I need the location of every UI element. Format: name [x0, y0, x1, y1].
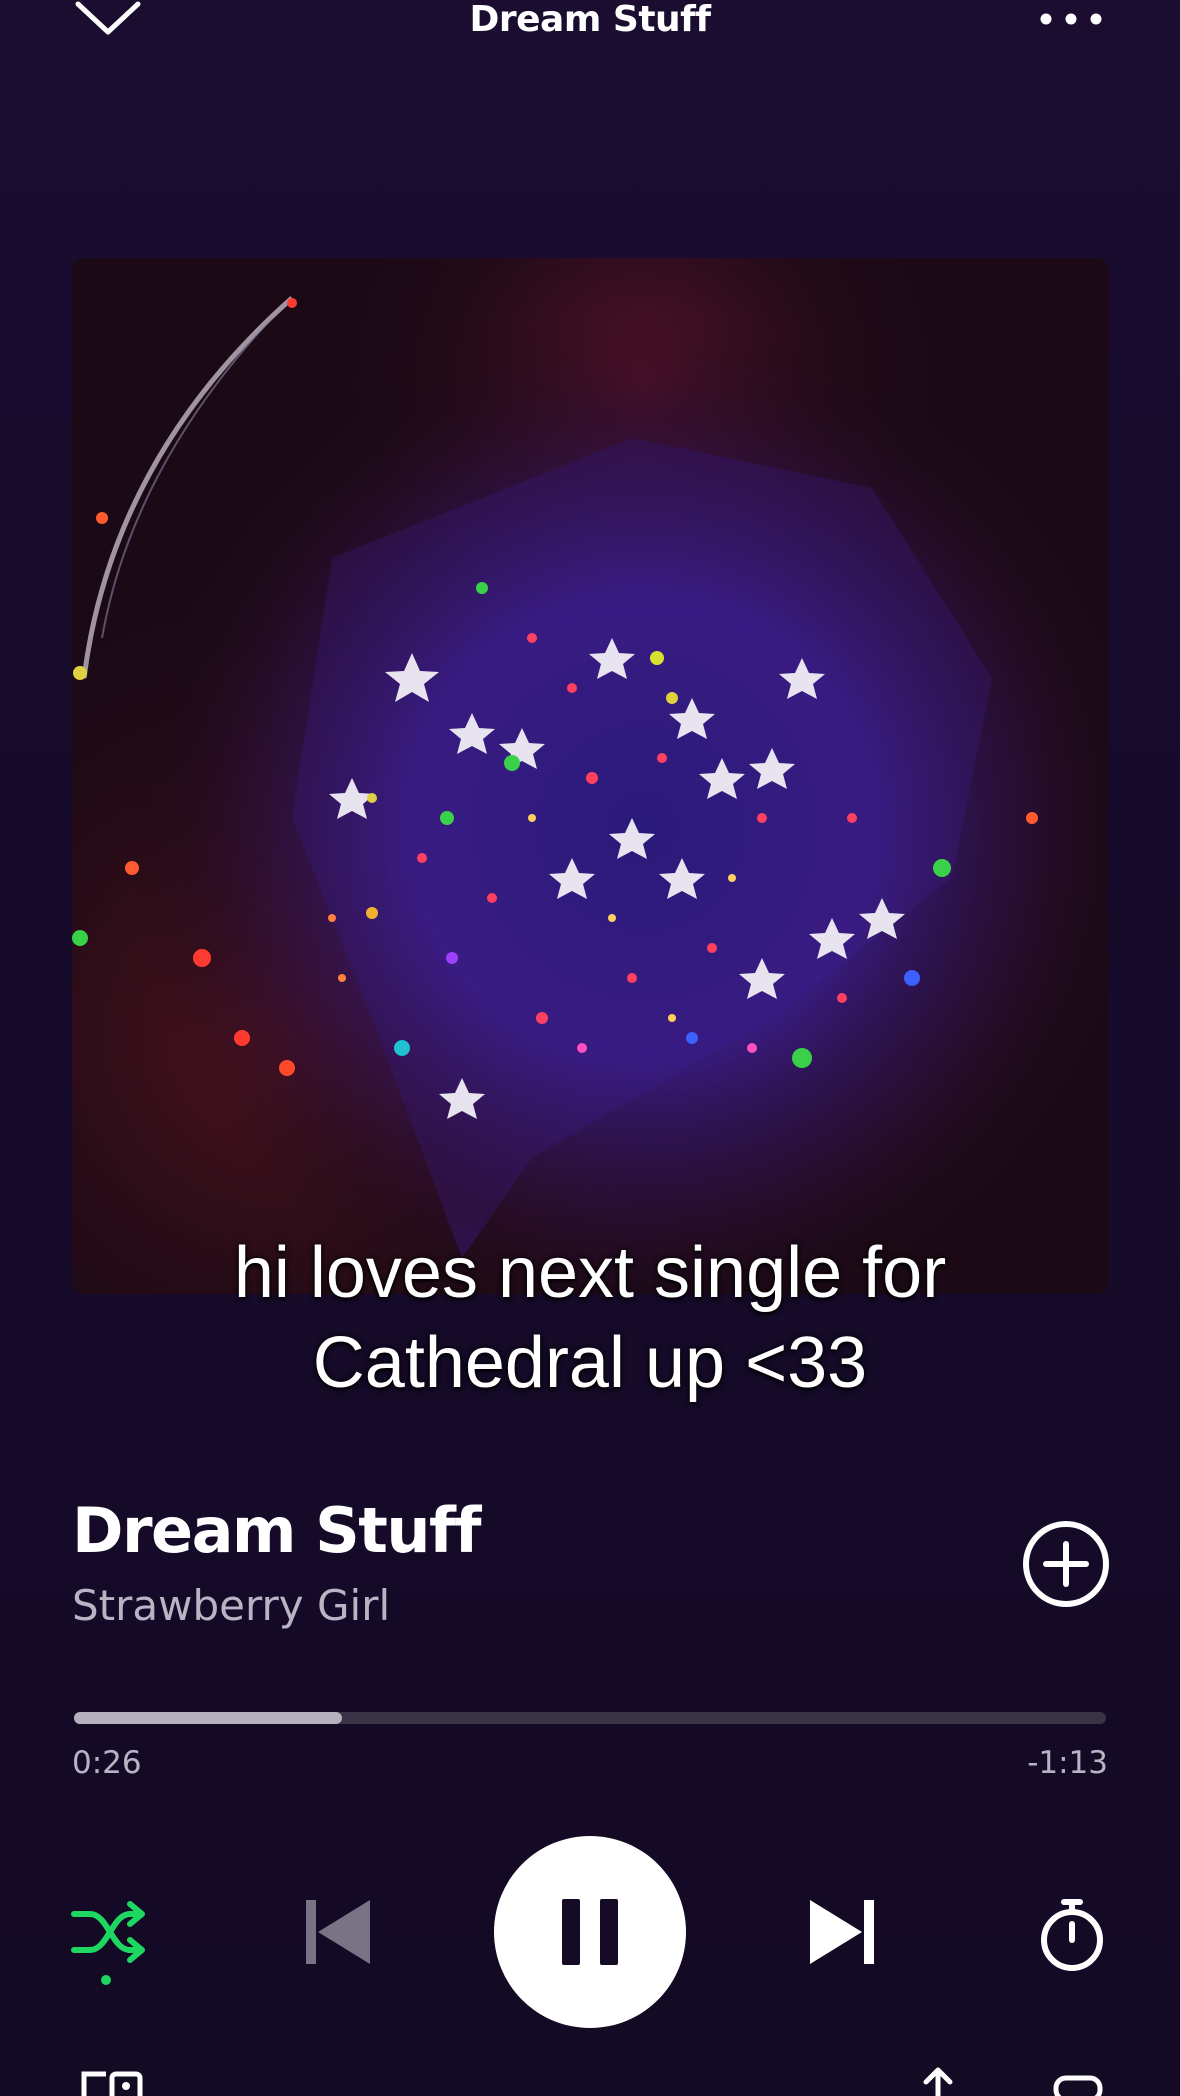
add-to-library-button[interactable]	[1022, 1520, 1110, 1608]
shuffle-icon	[71, 1901, 145, 1985]
now-playing-screen: Dream Stuff hi loves next single for Cat…	[0, 0, 1180, 2096]
collapse-button[interactable]	[72, 0, 144, 44]
more-horizontal-icon	[1040, 13, 1102, 25]
pause-icon	[562, 1899, 618, 1965]
album-artwork-image	[72, 258, 1108, 1294]
elapsed-time: 0:26	[72, 1745, 142, 1781]
caption-line-1: hi loves next single for	[233, 1233, 947, 1313]
more-options-button[interactable]	[1036, 2, 1106, 36]
top-bar: Dream Stuff	[0, 0, 1180, 60]
track-artist[interactable]: Strawberry Girl	[72, 1580, 390, 1632]
connect-device-button[interactable]	[80, 2070, 146, 2096]
header-title: Dream Stuff	[469, 0, 711, 40]
video-caption: hi loves next single for Cathedral up <3…	[140, 1228, 1040, 1408]
progress-bar[interactable]	[74, 1712, 1106, 1724]
share-button[interactable]	[910, 2066, 966, 2096]
next-button[interactable]	[800, 1890, 884, 1974]
sleep-timer-icon	[1041, 1899, 1103, 1971]
album-artwork	[72, 258, 1108, 1294]
progress-bar-fill	[74, 1712, 343, 1724]
queue-icon	[1053, 2075, 1103, 2096]
remaining-time: -1:13	[1027, 1745, 1108, 1781]
shuffle-button[interactable]	[68, 1898, 152, 1988]
sleep-timer-button[interactable]	[1032, 1888, 1112, 1978]
connect-device-icon	[81, 2071, 143, 2096]
caption-line-2: Cathedral up <33	[312, 1323, 868, 1403]
share-icon	[923, 2067, 953, 2096]
previous-button[interactable]	[296, 1890, 380, 1974]
skip-previous-icon	[306, 1900, 370, 1964]
chevron-down-icon	[75, 1, 141, 35]
queue-button[interactable]	[1052, 2074, 1104, 2096]
track-title[interactable]: Dream Stuff	[72, 1494, 482, 1568]
pause-button[interactable]	[494, 1836, 686, 2028]
skip-next-icon	[810, 1900, 874, 1964]
plus-circle-icon	[1023, 1521, 1109, 1607]
